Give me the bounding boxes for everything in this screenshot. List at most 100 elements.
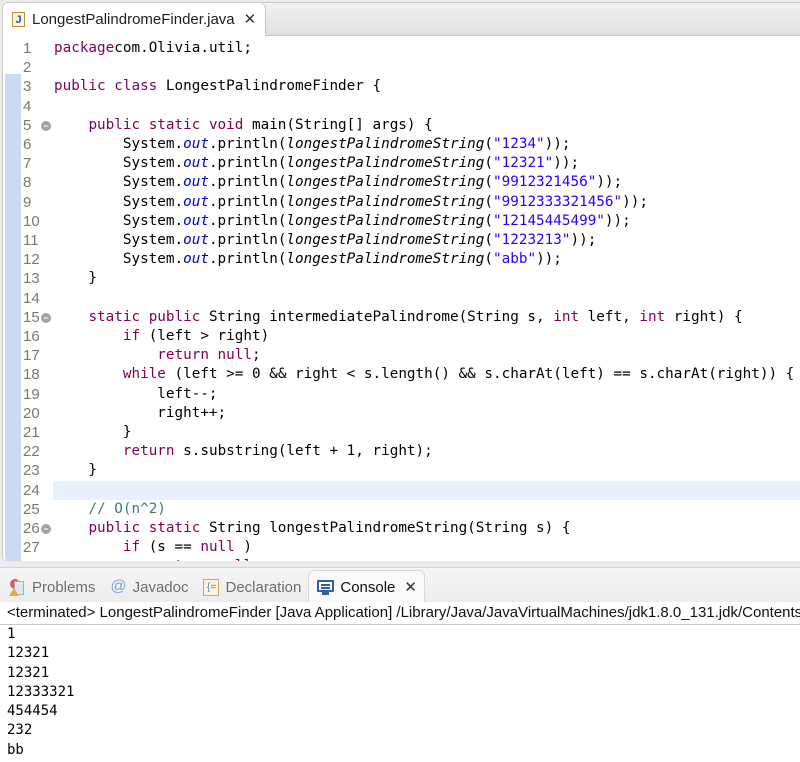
code-line[interactable]: 15− static public String intermediatePal…: [3, 308, 800, 327]
problems-icon: [8, 578, 26, 596]
code-text: System.out.println(longestPalindromeStri…: [54, 212, 631, 229]
code-text: if (s == null ): [122, 539, 253, 556]
code-text: left--;: [54, 385, 218, 402]
line-number: 18: [23, 366, 40, 384]
declaration-icon: {=: [203, 578, 220, 596]
console-output-line: 454454: [7, 703, 58, 720]
editor-tab-bar: J LongestPalindromeFinder.java ✕: [3, 3, 800, 36]
code-text: System.out.println(longestPalindromeStri…: [54, 155, 580, 172]
code-line[interactable]: 6 System.out.println(longestPalindromeSt…: [3, 135, 800, 154]
code-line[interactable]: 5− public static void main(String[] args…: [3, 116, 800, 135]
code-text: // O(n^2): [88, 500, 166, 517]
line-number: 7: [23, 155, 32, 173]
console-panel: Problems @ Javadoc {= Declaration Consol…: [0, 567, 800, 762]
code-line[interactable]: 13 }: [3, 269, 800, 288]
console-tab-bar: Problems @ Javadoc {= Declaration Consol…: [0, 567, 800, 603]
console-output-line: 12333321: [7, 683, 75, 700]
line-number: 4: [23, 97, 32, 115]
java-file-icon: J: [12, 12, 25, 27]
code-line[interactable]: 1 packagecom.Olivia.util;: [3, 39, 800, 58]
code-text: }: [54, 270, 98, 287]
line-number: 12: [23, 251, 40, 269]
code-text: static public String intermediatePalindr…: [88, 308, 743, 325]
console-output[interactable]: 1 12321 12321 12333321 454454 232 bb: [7, 625, 74, 760]
javadoc-at-icon: @: [110, 578, 127, 595]
current-code-line[interactable]: 24: [23, 480, 800, 500]
line-number: 9: [23, 193, 32, 211]
code-line[interactable]: 27 if (s == null ): [3, 538, 800, 557]
tab-javadoc[interactable]: @ Javadoc: [102, 571, 195, 603]
code-text: while (left >= 0 && right < s.length() &…: [122, 366, 795, 383]
line-number: 14: [23, 289, 40, 307]
code-text: System.out.println(longestPalindromeStri…: [54, 174, 623, 191]
line-number: 21: [23, 424, 40, 441]
line-number: 20: [23, 404, 40, 422]
line-number: 27: [23, 539, 40, 557]
code-line[interactable]: 7 System.out.println(longestPalindromeSt…: [3, 154, 800, 173]
line-number: 1: [23, 40, 32, 57]
editor-tab-file[interactable]: J LongestPalindromeFinder.java ✕: [3, 3, 266, 36]
editor-pane: J LongestPalindromeFinder.java ✕ 1 packag…: [2, 2, 800, 563]
code-line[interactable]: 23 }: [3, 461, 800, 480]
console-output-line: 12321: [7, 645, 50, 662]
line-number: 10: [23, 212, 40, 230]
console-output-line: 1: [7, 626, 16, 642]
line-number: 3: [23, 78, 32, 96]
console-status-line: <terminated> LongestPalindromeFinder [Ja…: [0, 602, 800, 625]
console-output-line: 232: [7, 722, 33, 739]
code-line[interactable]: 19 left--;: [3, 385, 800, 404]
console-output-line: 12321: [7, 664, 50, 681]
code-text: System.out.println(longestPalindromeStri…: [54, 251, 562, 268]
line-number: 22: [23, 443, 40, 461]
tab-problems[interactable]: Problems: [0, 571, 102, 603]
code-text: System.out.println(longestPalindromeStri…: [54, 232, 597, 248]
code-text: }: [54, 424, 132, 440]
code-line[interactable]: 4: [3, 97, 800, 116]
code-line[interactable]: 3 public class LongestPalindromeFinder {: [3, 77, 800, 96]
editor-tab-label: LongestPalindromeFinder.java: [32, 11, 235, 28]
line-number: 25: [23, 500, 40, 518]
code-line[interactable]: 21 }: [3, 423, 800, 442]
code-line[interactable]: 22 return s.substring(left + 1, right);: [3, 442, 800, 461]
tab-declaration-label: Declaration: [225, 578, 302, 596]
code-editor[interactable]: 1 packagecom.Olivia.util; 2 3 public class L…: [3, 36, 800, 562]
code-line[interactable]: 14: [3, 289, 800, 308]
code-text: System.out.println(longestPalindromeStri…: [54, 136, 571, 152]
code-line[interactable]: 18 while (left >= 0 && right < s.length(…: [3, 365, 800, 384]
code-line[interactable]: 26− public static String longestPalindro…: [3, 519, 800, 538]
code-line[interactable]: 12 System.out.println(longestPalindromeS…: [3, 250, 800, 269]
code-text: if (left > right): [122, 328, 270, 344]
console-icon: [317, 579, 335, 595]
line-number: 6: [23, 136, 32, 153]
line-number: 23: [23, 462, 40, 480]
code-text: public class LongestPalindromeFinder {: [54, 78, 382, 95]
code-line[interactable]: 9 System.out.println(longestPalindromeSt…: [3, 193, 800, 212]
code-line[interactable]: 2: [3, 58, 800, 77]
code-text: System.out.println(longestPalindromeStri…: [54, 193, 648, 210]
code-line[interactable]: 8 System.out.println(longestPalindromeSt…: [3, 173, 800, 192]
fold-collapse-icon[interactable]: −: [41, 312, 51, 323]
line-number: 19: [23, 385, 40, 403]
fold-collapse-icon[interactable]: −: [41, 524, 51, 534]
tab-console-label: Console: [340, 578, 396, 596]
code-line[interactable]: 17 return null;: [3, 346, 800, 365]
fold-collapse-icon[interactable]: −: [41, 120, 51, 131]
code-line[interactable]: 16 if (left > right): [3, 327, 800, 346]
close-icon[interactable]: ✕: [244, 12, 257, 27]
close-icon[interactable]: ✕: [404, 580, 417, 595]
code-line[interactable]: 11 System.out.println(longestPalindromeS…: [3, 231, 800, 250]
code-line[interactable]: 10 System.out.println(longestPalindromeS…: [3, 212, 800, 231]
tab-console[interactable]: Console ✕: [308, 570, 425, 603]
line-number: 24: [23, 481, 40, 499]
code-line[interactable]: 20 right++;: [3, 404, 800, 423]
code-text: }: [54, 462, 98, 479]
line-number: 2: [23, 59, 32, 77]
tab-declaration[interactable]: {= Declaration: [195, 571, 308, 603]
code-text: public static String longestPalindromeSt…: [88, 520, 571, 536]
line-number: 8: [23, 174, 32, 192]
tab-problems-label: Problems: [32, 578, 96, 596]
code-text: public static void main(String[] args) {: [88, 116, 433, 133]
line-number: 11: [23, 232, 39, 249]
code-line[interactable]: 25 // O(n^2): [3, 500, 800, 519]
code-text: return null;: [157, 347, 261, 364]
